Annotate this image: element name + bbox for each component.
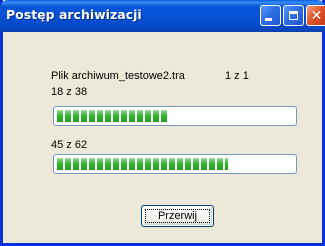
maximize-icon xyxy=(289,11,298,20)
maximize-button[interactable] xyxy=(283,5,304,26)
cancel-button[interactable]: Przerwij xyxy=(141,205,214,227)
title-bar[interactable]: Postęp archiwizacji ✕ xyxy=(0,0,325,32)
minimize-icon xyxy=(265,18,272,21)
file-progress-bar xyxy=(53,106,297,126)
archive-file-label: Plik archiwum_testowe2.tra xyxy=(51,70,185,82)
total-progress-label: 45 z 62 xyxy=(51,139,88,151)
file-progress-label: 18 z 38 xyxy=(51,86,88,98)
total-progress-fill xyxy=(57,158,229,170)
close-button[interactable]: ✕ xyxy=(306,5,325,26)
minimize-button[interactable] xyxy=(260,5,281,26)
file-progress-fill xyxy=(57,110,169,122)
total-progress-bar xyxy=(53,154,297,174)
cancel-button-label: Przerwij xyxy=(157,210,198,222)
close-icon: ✕ xyxy=(310,7,323,24)
window-title: Postęp archiwizacji xyxy=(6,7,142,22)
archive-progress-dialog: Postęp archiwizacji ✕ Plik archiwum_test… xyxy=(0,0,325,246)
archive-file-counter: 1 z 1 xyxy=(225,70,249,82)
